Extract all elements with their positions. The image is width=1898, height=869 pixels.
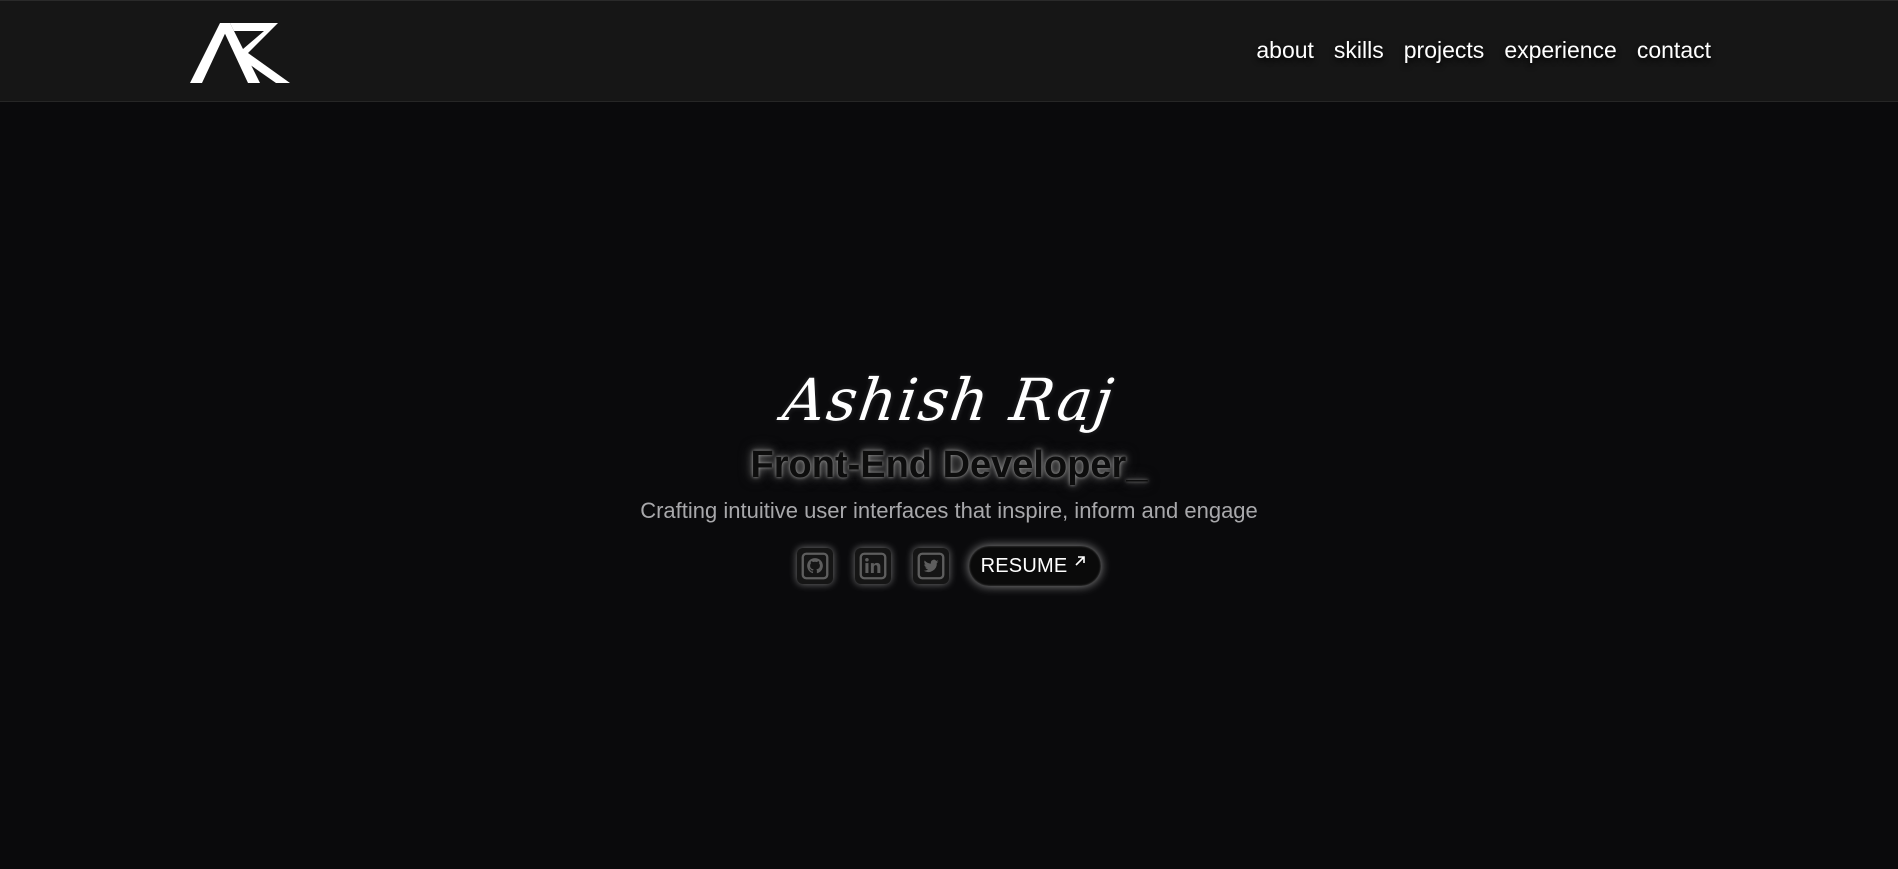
resume-label: RESUME <box>980 554 1068 577</box>
github-link[interactable] <box>796 548 833 584</box>
arrow-up-right-icon <box>1075 556 1086 566</box>
twitter-link[interactable] <box>912 548 949 584</box>
nav-link-about[interactable]: about <box>1256 37 1314 64</box>
hero-name: Ashish Raj <box>778 366 1120 434</box>
hero-title: Front-End Developer_ <box>750 444 1148 486</box>
hero-tagline: Crafting intuitive user interfaces that … <box>640 498 1258 523</box>
github-icon <box>801 552 829 580</box>
social-links: RESUME <box>0 546 1898 586</box>
nav-link-experience[interactable]: experience <box>1504 37 1617 64</box>
nav-link-skills[interactable]: skills <box>1334 37 1384 64</box>
nav-link-projects[interactable]: projects <box>1404 37 1485 64</box>
logo[interactable] <box>190 19 292 85</box>
hero-section: Ashish Raj Front-End Developer_ Crafting… <box>0 360 1898 586</box>
nav-link-contact[interactable]: contact <box>1637 37 1711 64</box>
navbar: about skills projects experience contact <box>0 0 1898 102</box>
ar-logo-icon <box>190 23 290 83</box>
linkedin-link[interactable] <box>854 548 891 584</box>
resume-button[interactable]: RESUME <box>968 546 1102 586</box>
nav-links: about skills projects experience contact <box>1256 37 1711 64</box>
twitter-icon <box>917 552 945 580</box>
linkedin-icon <box>859 552 887 580</box>
